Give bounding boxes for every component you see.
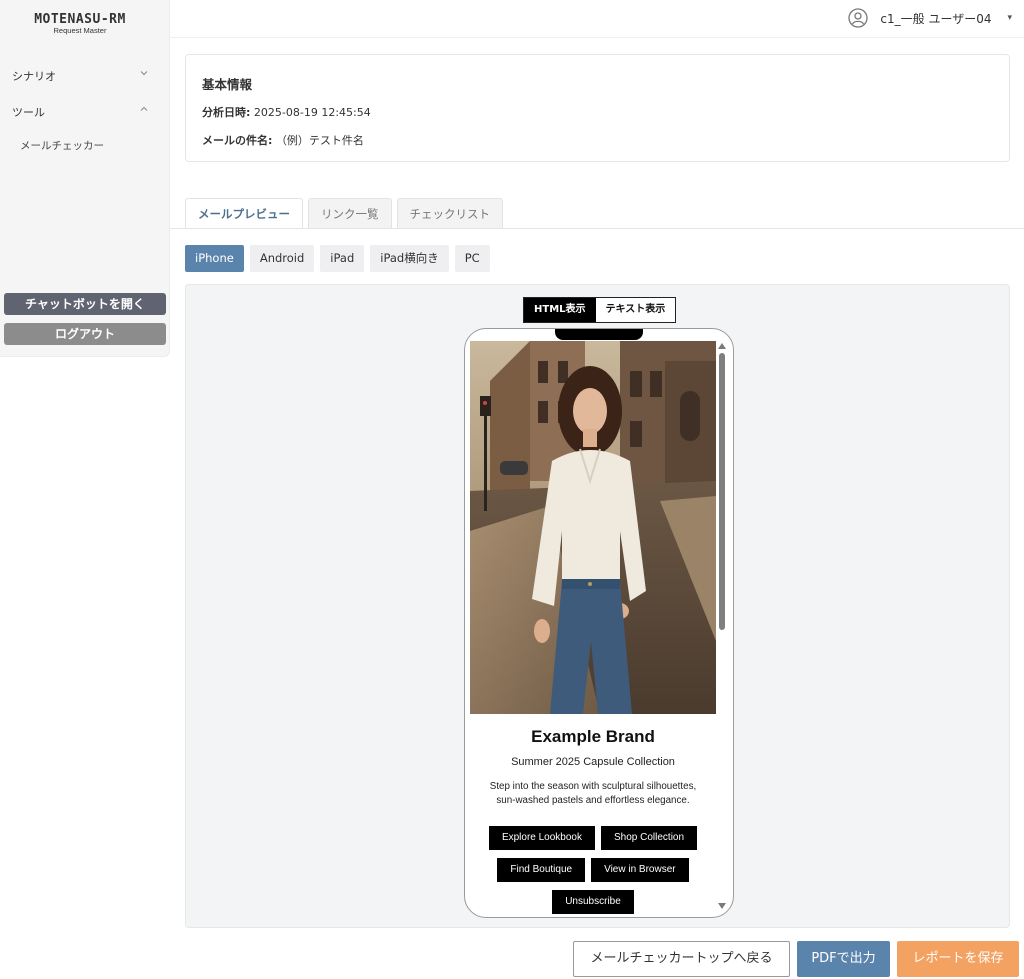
shop-collection-button[interactable]: Shop Collection (601, 826, 698, 850)
export-pdf-button[interactable]: PDFで出力 (797, 941, 890, 977)
caret-down-icon: ▾ (1007, 13, 1012, 23)
device-selector: iPhone Android iPad iPad横向き PC (185, 245, 496, 272)
text-view-button[interactable]: テキスト表示 (595, 298, 676, 322)
tab-checklist[interactable]: チェックリスト (396, 198, 503, 228)
tab-divider (170, 228, 1024, 229)
tab-link-list[interactable]: リンク一覧 (308, 198, 392, 228)
tab-bar: メールプレビュー リンク一覧 チェックリスト (185, 198, 508, 228)
hero-photo (470, 341, 716, 714)
basic-info-card: 基本情報 分析日時: 2025-08-19 12:45:54 メールの件名: （… (185, 54, 1010, 162)
view-mode-toggle: HTML表示 テキスト表示 (523, 297, 677, 323)
phone-frame: Example Brand Summer 2025 Capsule Collec… (464, 328, 734, 918)
cta-row: Unsubscribe (470, 890, 716, 914)
scroll-down-arrow-icon[interactable] (718, 903, 726, 909)
logo-main-text: MOTENASU-RM (34, 12, 126, 27)
sidebar: MOTENASU-RM Request Master シナリオ ツール メールチ… (0, 0, 170, 357)
email-content: Example Brand Summer 2025 Capsule Collec… (470, 714, 716, 914)
logo[interactable]: MOTENASU-RM Request Master (0, 12, 160, 35)
analysis-datetime-label: 分析日時: (202, 106, 251, 119)
phone-scrollbar[interactable] (718, 341, 726, 909)
info-title: 基本情報 (202, 77, 253, 92)
subject-value: （例）テスト件名 (275, 134, 364, 147)
phone-notch (555, 329, 643, 340)
user-name: c1_一般 ユーザー04 (880, 11, 992, 26)
unsubscribe-button[interactable]: Unsubscribe (552, 890, 634, 914)
scroll-up-arrow-icon[interactable] (718, 343, 726, 349)
chevron-up-icon (140, 106, 148, 111)
logo-sub-text: Request Master (53, 26, 107, 35)
view-in-browser-button[interactable]: View in Browser (591, 858, 689, 882)
chevron-down-icon (140, 71, 148, 76)
device-ipad-landscape-button[interactable]: iPad横向き (370, 245, 449, 272)
save-report-button[interactable]: レポートを保存 (897, 941, 1019, 977)
device-pc-button[interactable]: PC (454, 245, 490, 272)
sidebar-item-label: シナリオ (12, 70, 56, 83)
user-menu[interactable]: c1_一般 ユーザー04 ▾ (848, 7, 1012, 29)
device-android-button[interactable]: Android (249, 245, 315, 272)
hero-image (470, 341, 716, 714)
device-iphone-button[interactable]: iPhone (185, 245, 244, 272)
cta-row: Find Boutique View in Browser (470, 858, 716, 882)
email-subtitle: Summer 2025 Capsule Collection (511, 756, 675, 768)
sidebar-item-tools[interactable]: ツール (12, 104, 152, 122)
analysis-datetime-row: 分析日時: 2025-08-19 12:45:54 (202, 104, 371, 120)
explore-lookbook-button[interactable]: Explore Lookbook (488, 826, 595, 850)
open-chatbot-button[interactable]: チャットボットを開く (4, 293, 166, 315)
find-boutique-button[interactable]: Find Boutique (497, 858, 586, 882)
device-ipad-button[interactable]: iPad (320, 245, 365, 272)
sidebar-item-label: ツール (12, 106, 45, 119)
analysis-datetime-value: 2025-08-19 12:45:54 (253, 106, 371, 119)
back-to-mail-checker-button[interactable]: メールチェッカートップへ戻る (573, 941, 790, 977)
tab-mail-preview[interactable]: メールプレビュー (185, 198, 303, 228)
html-view-button[interactable]: HTML表示 (524, 298, 596, 322)
preview-area: HTML表示 テキスト表示 Example Brand Summer 2025 … (185, 284, 1010, 928)
sidebar-item-scenario[interactable]: シナリオ (12, 68, 152, 86)
cta-row: Explore Lookbook Shop Collection (470, 826, 716, 850)
subject-label: メールの件名: (202, 134, 273, 147)
subject-row: メールの件名: （例）テスト件名 (202, 132, 364, 148)
email-description: Step into the season with sculptural sil… (489, 781, 697, 806)
header: c1_一般 ユーザー04 ▾ (170, 0, 1024, 38)
logout-button[interactable]: ログアウト (4, 323, 166, 345)
user-circle-icon (848, 8, 869, 28)
sidebar-item-mail-checker[interactable]: メールチェッカー (20, 138, 104, 153)
scrollbar-thumb[interactable] (719, 353, 725, 630)
email-brand-title: Example Brand (531, 727, 655, 746)
